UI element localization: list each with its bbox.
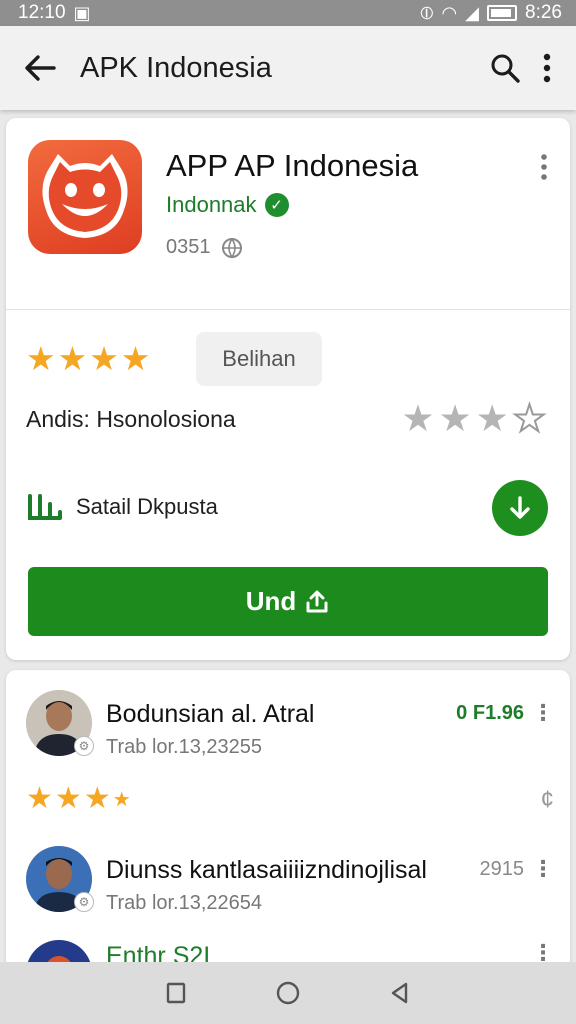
review-score: 0 F1.96 ⋮	[456, 700, 554, 726]
detail-row: Satail Dkpusta	[26, 490, 218, 524]
divider	[6, 309, 570, 310]
rating-stars: ★ ★ ★ ★	[26, 342, 150, 375]
battery-icon	[487, 5, 518, 21]
more-vert-icon[interactable]: ⋮	[532, 700, 554, 726]
star-icon: ★	[26, 340, 56, 377]
review-score-value: 2915	[479, 857, 525, 880]
chart-icon	[28, 494, 62, 520]
rating-label: Andis: Hsonolosiona	[26, 406, 236, 432]
back-button[interactable]	[0, 54, 80, 82]
avatar-badge-icon: ⚙	[74, 892, 94, 912]
review-item[interactable]: ⚙ Bodunsian al. Atral Trab lor.13,23255 …	[26, 690, 554, 850]
app-bar: APK Indonesia	[0, 26, 576, 110]
star-icon[interactable]: ★	[438, 400, 471, 437]
app-meta-row: 0351	[166, 236, 243, 259]
notification-icon: ▣	[73, 3, 91, 23]
star-icon[interactable]: ★	[401, 400, 434, 437]
detail-label: Satail Dkpusta	[76, 494, 218, 519]
app-name: APP AP Indonesia	[166, 148, 419, 183]
star-icon: ★	[120, 340, 151, 377]
user-rating-stars[interactable]: ★ ★ ★ ★	[401, 399, 547, 438]
app-icon[interactable]	[28, 140, 142, 254]
more-vert-icon[interactable]: ⋮	[532, 856, 554, 882]
star-icon: ★	[83, 782, 111, 815]
share-icon[interactable]: ¢	[541, 786, 554, 814]
smiley-cat-icon	[42, 154, 128, 238]
home-icon[interactable]	[275, 980, 301, 1006]
arrow-down-icon	[510, 496, 530, 519]
review-score-value: 0 F1.96	[456, 701, 524, 724]
status-clock: 8:26	[525, 2, 562, 23]
star-icon[interactable]: ★	[476, 400, 509, 437]
card-more-button[interactable]	[540, 154, 548, 185]
recents-icon[interactable]	[164, 981, 188, 1005]
system-nav-bar	[0, 962, 576, 1024]
arrow-left-icon	[25, 55, 56, 81]
app-details-card: APP AP Indonesia Indonnak ✓ 0351 ★ ★ ★ ★…	[6, 118, 570, 660]
upload-icon	[306, 590, 328, 612]
vibrate-icon: ⦶	[420, 3, 434, 23]
star-icon: ★	[54, 782, 82, 815]
reviewer-name: Diunss kantlasaiiiizndinojlisal	[106, 856, 427, 884]
review-date: Trab lor.13,23255	[106, 736, 263, 758]
developer-row[interactable]: Indonnak ✓	[166, 192, 289, 218]
review-item[interactable]: ⚙ Diunss kantlasaiiiizndinojlisal Trab l…	[26, 846, 554, 926]
review-score: 2915 ⋮	[480, 856, 555, 882]
back-triangle-icon[interactable]	[388, 981, 412, 1005]
search-icon[interactable]	[490, 53, 520, 83]
review-date: Trab lor.13,22654	[106, 892, 263, 914]
reviewer-name: Bodunsian al. Atral	[106, 700, 315, 728]
star-icon: ★	[89, 340, 119, 377]
developer-name[interactable]: Indonnak	[166, 192, 257, 218]
globe-icon	[221, 237, 242, 258]
review-stars: ★ ★ ★ ★	[26, 784, 131, 814]
star-half-icon: ★	[112, 789, 131, 811]
status-time: 12:10	[18, 2, 66, 23]
status-bar: 12:10 ▣ ⦶ ◠ ◢ 8:26	[0, 0, 576, 26]
app-meta-value: 0351	[166, 236, 211, 258]
signal-icon: ◢	[465, 3, 480, 23]
rate-button[interactable]: Belihan	[196, 332, 322, 386]
install-button[interactable]: Und	[28, 567, 548, 636]
app-bar-title: APK Indonesia	[80, 51, 272, 84]
install-label: Und	[245, 586, 297, 616]
more-vert-icon[interactable]	[542, 53, 552, 83]
verified-check-icon: ✓	[264, 193, 289, 217]
download-button[interactable]	[492, 480, 548, 536]
reviews-card: ⚙ Bodunsian al. Atral Trab lor.13,23255 …	[6, 670, 570, 970]
star-icon: ★	[57, 340, 88, 377]
more-vert-icon	[541, 154, 547, 180]
wifi-icon: ◠	[441, 3, 458, 23]
star-outline-icon[interactable]: ★	[512, 399, 547, 438]
star-icon: ★	[26, 782, 53, 815]
avatar-badge-icon: ⚙	[74, 736, 94, 756]
